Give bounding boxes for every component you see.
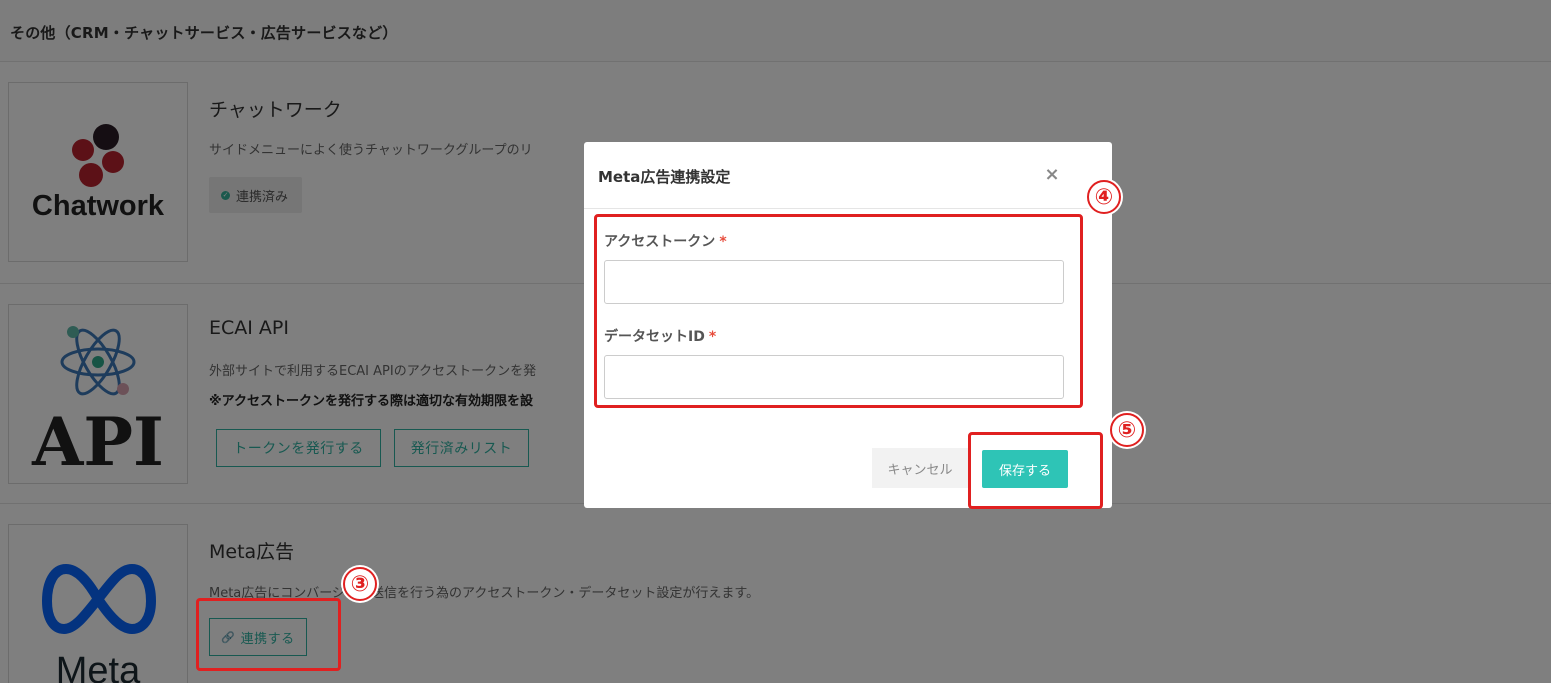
step-4-marker: ④ (1087, 180, 1121, 214)
meta-ad-settings-modal: Meta広告連携設定 × アクセストークン * データセットID * キャンセル 保… (584, 142, 1112, 508)
modal-title: Meta広告連携設定 (598, 168, 731, 186)
access-token-input[interactable] (604, 260, 1064, 304)
required-mark: * (708, 329, 717, 345)
cancel-button[interactable]: キャンセル (872, 448, 968, 488)
close-icon[interactable]: × (1042, 162, 1062, 186)
required-mark: * (719, 234, 727, 250)
access-token-label: アクセストークン * (604, 231, 727, 251)
step-5-marker: ⑤ (1110, 413, 1144, 447)
dataset-id-label-text: データセットID (604, 329, 705, 345)
save-button[interactable]: 保存する (982, 450, 1068, 488)
dataset-id-input[interactable] (604, 355, 1064, 399)
step-3-marker: ③ (343, 567, 377, 601)
modal-header: Meta広告連携設定 × (584, 142, 1112, 209)
dataset-id-label: データセットID * (604, 326, 716, 346)
access-token-label-text: アクセストークン (604, 234, 716, 250)
